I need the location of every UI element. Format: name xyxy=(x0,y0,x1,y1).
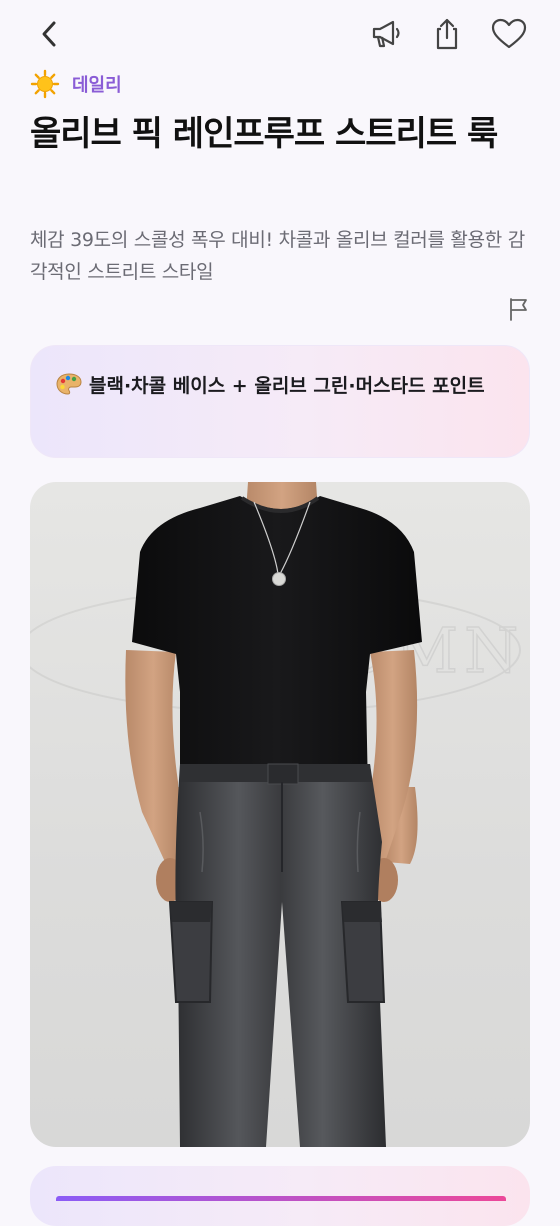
back-button[interactable] xyxy=(30,14,70,54)
flag-icon xyxy=(510,298,527,321)
palette-icon xyxy=(56,373,82,395)
category-tag[interactable]: 데일리 xyxy=(30,68,122,100)
report-button[interactable] xyxy=(506,296,532,322)
palette-text: 블랙·차콜 베이스 + 올리브 그린·머스타드 포인트 xyxy=(89,375,485,397)
chevron-left-icon xyxy=(42,21,56,47)
top-bar xyxy=(0,0,560,68)
color-palette-card: 블랙·차콜 베이스 + 올리브 그린·머스타드 포인트 xyxy=(30,345,530,458)
next-section-accent xyxy=(56,1196,506,1201)
sun-icon xyxy=(30,69,60,99)
post-title: 올리브 픽 레인프루프 스트리트 룩 xyxy=(30,114,498,154)
share-icon xyxy=(436,18,458,50)
heart-icon xyxy=(491,18,527,49)
megaphone-icon xyxy=(372,20,400,48)
outfit-photo[interactable]: AUTUMN xyxy=(30,482,530,1147)
megaphone-button[interactable] xyxy=(366,14,406,54)
share-button[interactable] xyxy=(427,14,467,54)
like-button[interactable] xyxy=(489,14,529,54)
category-label: 데일리 xyxy=(72,75,122,96)
post-subtitle: 체감 39도의 스콜성 폭우 대비! 차콜과 올리브 컬러를 활용한 감각적인 … xyxy=(30,229,525,283)
